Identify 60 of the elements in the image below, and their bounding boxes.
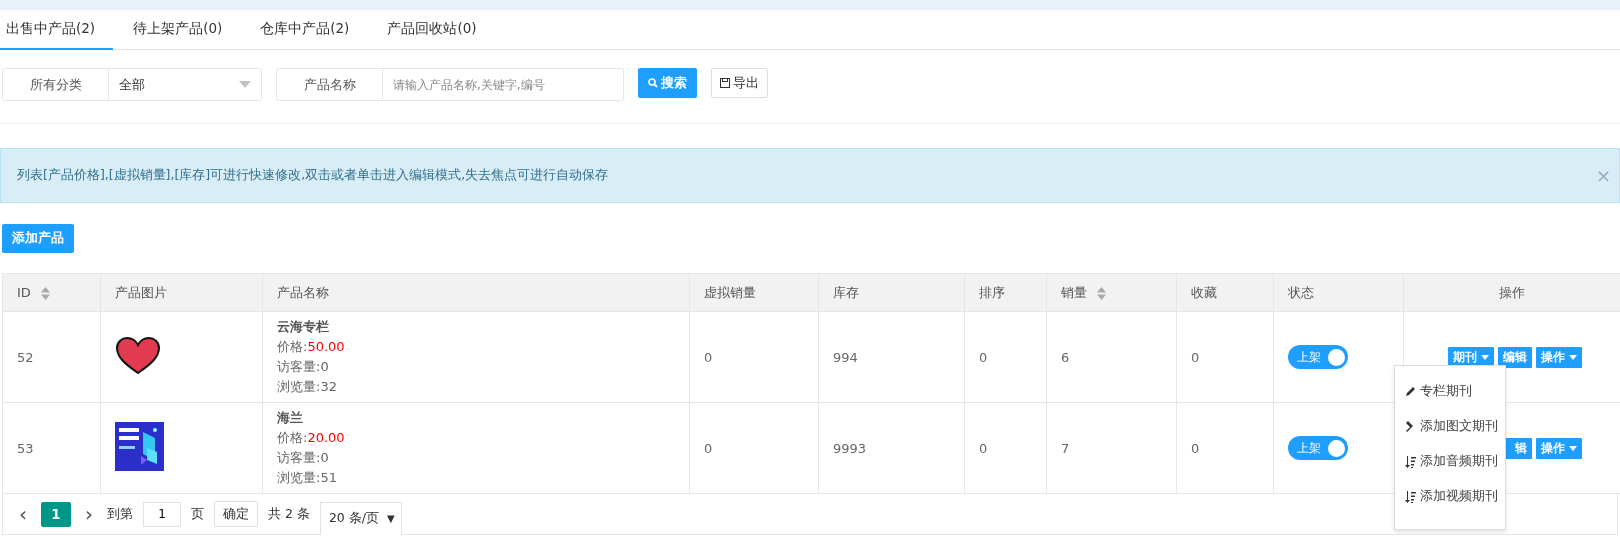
column-header: 产品图片 [100,273,263,312]
table-cell: 52 [17,349,34,365]
product-title: 云海专栏 [277,319,330,335]
product-title: 海兰 [277,410,304,426]
table-cell: 0 [979,349,988,365]
previous-page-button[interactable]: ‹ [15,502,31,526]
sort-icon[interactable] [1097,286,1106,300]
product-price: 价格:20.00 [277,430,346,446]
category-select[interactable]: 所有分类 全部 [2,68,262,101]
menu-item[interactable]: 添加视频期刊 [1395,479,1505,514]
sort-amount-icon [1405,455,1416,468]
export-button[interactable]: 导出 [711,68,768,98]
total-count: 共 2 条 [268,505,310,523]
column-header: 收藏 [1176,273,1274,312]
table-cell: 0 [1191,349,1200,365]
heart-icon [115,336,161,375]
visitor-count: 访客量:0 [277,450,330,466]
product-price: 价格:50.00 [277,339,346,355]
save-icon [720,78,730,88]
column-header: 虚拟销量 [689,273,819,312]
view-count: 浏览量:51 [277,470,338,486]
table-cell: 7 [1061,440,1070,456]
table-cell: 53 [17,440,34,456]
column-header: 排序 [964,273,1047,312]
table-cell: 0 [704,440,713,456]
page-size-select[interactable]: 20 条/页 ▼ [319,501,402,535]
column-header: 销量 [1046,273,1177,312]
tab[interactable]: 出售中产品(2) [0,10,114,50]
view-count: 浏览量:32 [277,379,338,395]
column-header: 操作 [1403,273,1620,312]
table-cell: 994 [833,349,858,365]
table-cell: 0 [1191,440,1200,456]
visitor-count: 访客量:0 [277,359,330,375]
page-input[interactable]: 1 [143,501,181,527]
column-header: ID [2,273,101,312]
field-label: 所有分类 [3,69,109,100]
sort-amount-icon [1405,490,1416,503]
table-cell: 0 [979,440,988,456]
caret-icon [239,81,251,88]
pencil-icon [1405,386,1416,397]
column-header: 库存 [818,273,965,312]
tab[interactable]: 产品回收站(0) [381,10,495,50]
search-icon [648,78,658,88]
page-button[interactable]: 1 [41,501,71,527]
next-page-button[interactable]: › [81,502,97,526]
table-cell: 6 [1061,349,1070,365]
tab[interactable]: 仓库中产品(2) [254,10,368,50]
product-name-field[interactable]: 产品名称 请输入产品名称,关键字,编号 [276,68,624,101]
confirm-button[interactable]: 确定 [214,501,258,527]
column-header: 状态 [1273,273,1404,312]
select-value: 全部 [119,75,145,94]
table-cell: 9993 [833,440,867,456]
goto-label: 到第 [107,505,133,523]
page-label: 页 [191,505,204,523]
column-header: 产品名称 [262,273,690,312]
table-cell: 0 [704,349,713,365]
tab[interactable]: 待上架产品(0) [127,10,241,50]
menu-item[interactable]: 专栏期刊 [1395,374,1505,409]
alert-text: 列表[产品价格],[虚拟销量],[库存]可进行快速修改,双击或者单击进入编辑模式,失去焦点可进行自动保存 [17,167,609,184]
sort-icon[interactable] [40,287,50,300]
